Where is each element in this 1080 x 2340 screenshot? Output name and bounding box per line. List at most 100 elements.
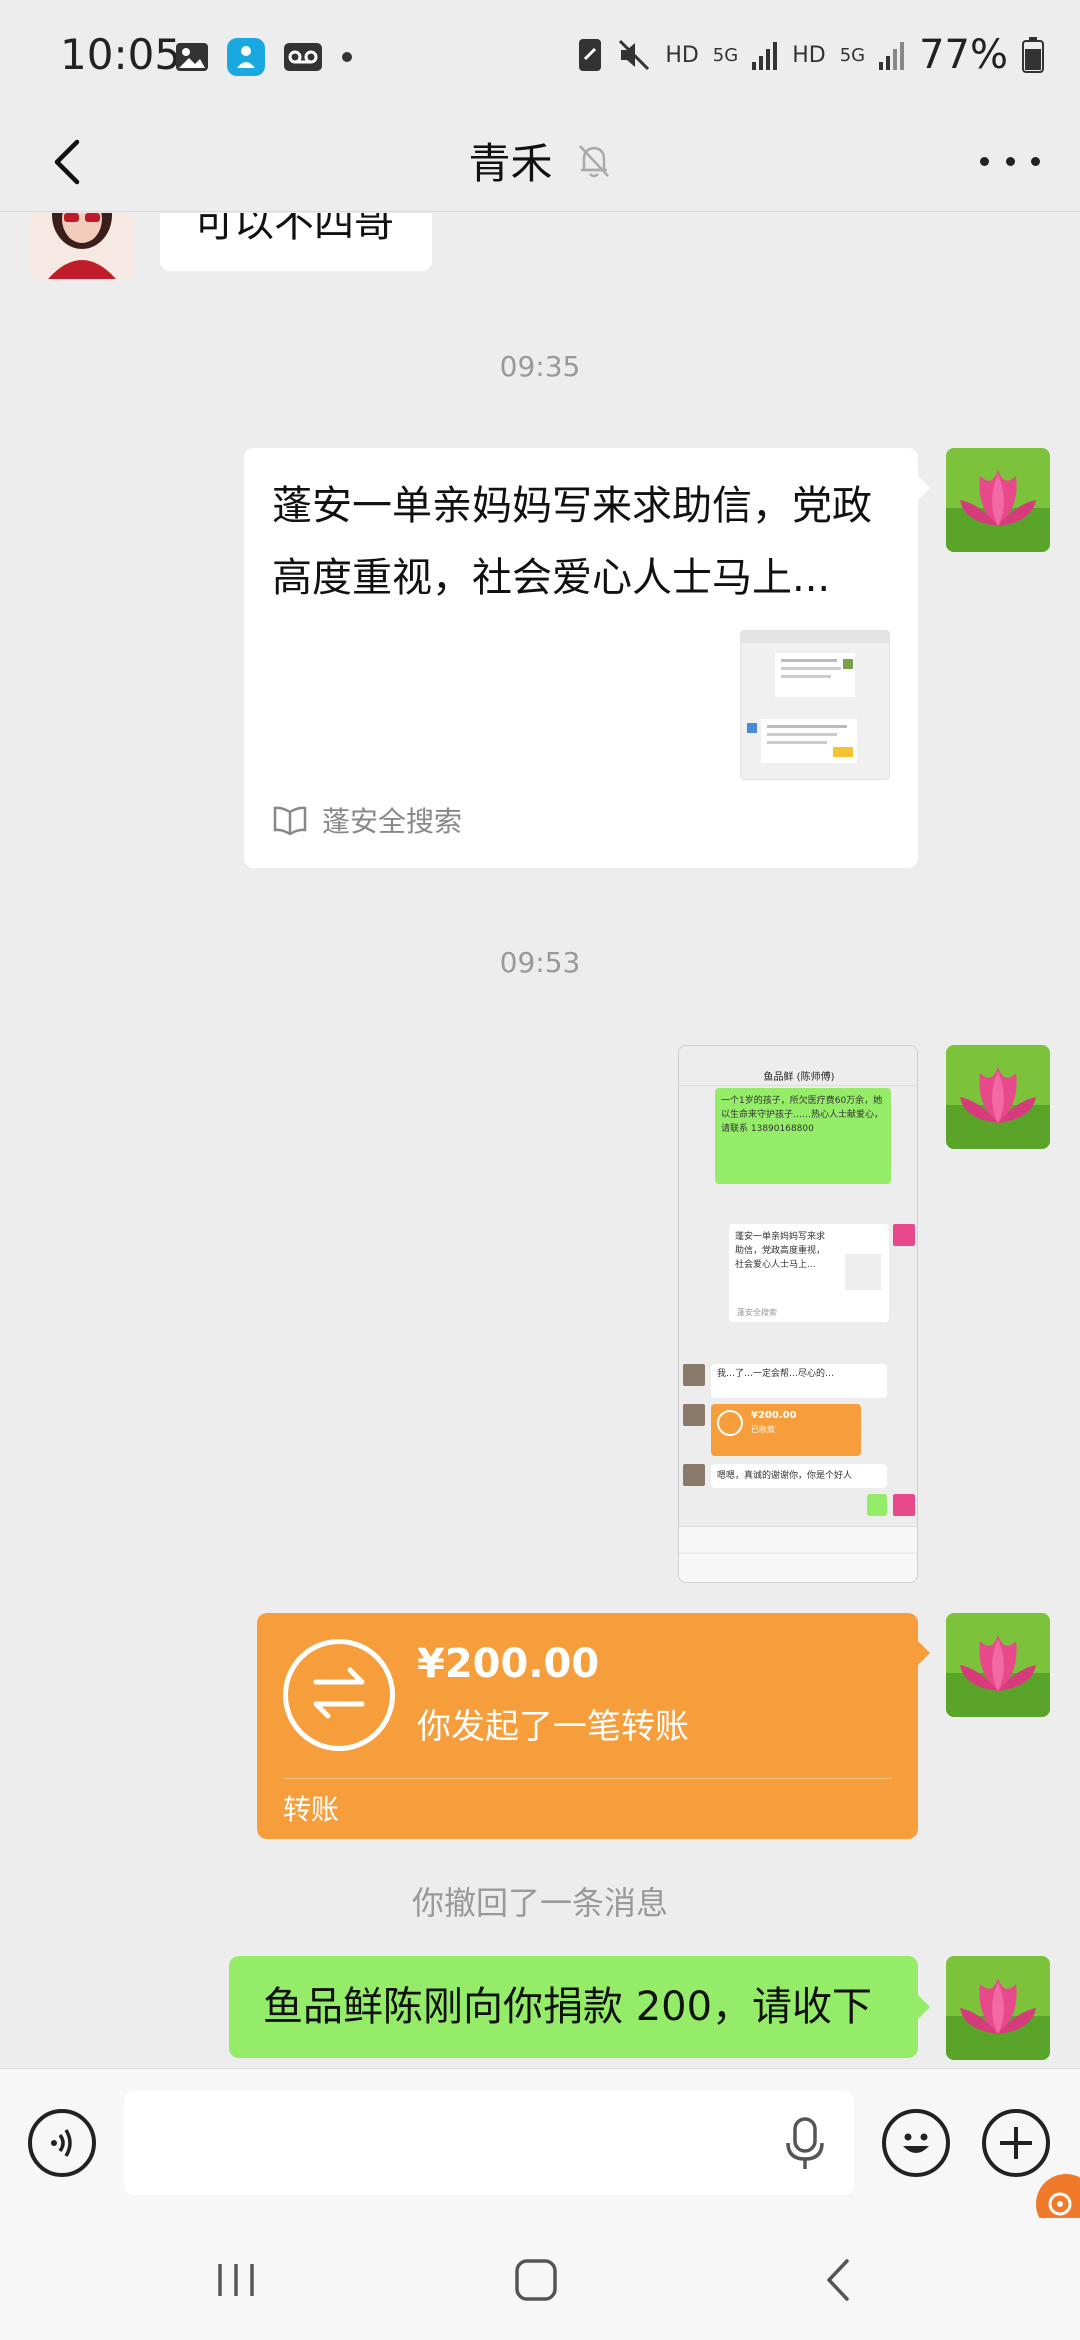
mini-transfer-status: 已收款 [751,1425,775,1434]
my-avatar[interactable] [946,1045,1050,1149]
app-notification-icon [227,38,265,76]
message-timestamp: 09:35 [499,350,581,383]
more-dots-icon [980,156,989,166]
transfer-divider [283,1778,892,1779]
status-right: HD 5G HD 5G 77% [577,32,1044,78]
mini-green-bubble: 一个1岁的孩子，所欠医疗费60万余，她以生命来守护孩子……热心人士献爱心，请联系… [715,1088,891,1184]
network-label: 5G [712,44,739,66]
transfer-description: 你发起了一笔转账 [417,1707,689,1747]
mini-input-bar [679,1526,917,1552]
book-icon [273,806,307,836]
network-label: 5G [839,44,866,66]
mini-green-dot [867,1494,887,1516]
bubble-tail [918,1641,930,1665]
mini-chat-title: 鱼品鲜 (陈师傅) [763,1072,835,1083]
mini-green-text: 一个1岁的孩子，所欠医疗费60万余，她以生命来守护孩子……热心人士献爱心，请联系… [721,1096,884,1134]
mini-card-source: 蓬安全搜索 [737,1308,777,1317]
contact-avatar[interactable] [30,213,134,279]
chat-title[interactable]: 青禾 [468,139,552,188]
recents-button[interactable] [206,2250,266,2310]
mini-card-text: 蓬安一单亲妈妈写来求助信，党政高度重视，社会爱心人士马上... [735,1232,826,1270]
gallery-icon [176,43,208,71]
status-time: 10:05 [60,30,182,79]
input-bar [0,2068,1080,2218]
mini-avatar [893,1494,915,1516]
signal-icon [752,42,778,70]
recall-notice: 你撤回了一条消息 [411,1884,668,1922]
muted-bell-icon [578,144,609,177]
bubble-tail [918,476,930,500]
link-card-source-text: 蓬安全搜索 [322,805,463,838]
mini-white-bubble: 嗯嗯，真诚的谢谢你，你是个好人 [711,1464,887,1488]
battery-icon [1022,37,1044,73]
recents-icon [218,2264,254,2296]
mini-card: 蓬安一单亲妈妈写来求助信，党政高度重视，社会爱心人士马上... 蓬安全搜索 [729,1224,889,1322]
lotus-avatar-image [946,1045,1050,1149]
lotus-avatar-image [946,448,1050,552]
mini-transfer: ¥200.00 已收款 [711,1404,861,1456]
back-nav-icon [827,2259,849,2301]
incoming-message-text: 可以不四哥 [194,213,394,246]
mini-avatar [683,1404,705,1426]
home-button[interactable] [506,2250,566,2310]
chat-area[interactable]: 可以不四哥 09:35 蓬安一单亲妈妈写来求助信，党政高度重视，社会爱心人士马上… [0,213,1080,2068]
mic-icon [786,2117,824,2169]
voicemail-icon [284,43,322,71]
mini-transfer-amount: ¥200.00 [751,1410,797,1421]
my-avatar[interactable] [946,448,1050,552]
mute-speaker-icon [619,39,650,71]
message-input[interactable] [124,2091,854,2195]
emoji-button[interactable] [882,2109,950,2177]
signal-icon [879,42,905,70]
dot-icon [342,52,352,62]
link-card[interactable]: 蓬安一单亲妈妈写来求助信，党政高度重视，社会爱心人士马上... 蓬安全搜索 [244,448,918,868]
notification-icons [175,38,353,76]
mini-text-2: 嗯嗯，真诚的谢谢你，你是个好人 [717,1471,853,1481]
more-options-button[interactable] [980,146,1040,176]
title-wrap: 青禾 [0,130,1080,191]
network-label: HD [665,42,699,68]
outgoing-message[interactable]: 鱼品鲜陈刚向你捐款 200，请收下 [229,1956,918,2058]
thumbnail-image [741,631,889,779]
chat-header: 青禾 [0,112,1080,212]
mic-button[interactable] [780,2115,830,2171]
back-nav-button[interactable] [808,2250,868,2310]
mini-transfer-circle [717,1410,743,1436]
mini-avatar [893,1224,915,1246]
bubble-tail [918,1995,930,2019]
my-avatar[interactable] [946,1613,1050,1717]
screenshot-image-message[interactable]: 鱼品鲜 (陈师傅) 一个1岁的孩子，所欠医疗费60万余，她以生命来守护孩子……热… [678,1045,918,1583]
message-timestamp: 09:53 [499,946,581,979]
link-card-source: 蓬安全搜索 [272,800,462,840]
link-card-thumbnail [740,630,890,780]
status-bar: 10:05 HD 5G HD 5G 77% [0,0,1080,112]
voice-icon [51,2129,72,2157]
mini-avatar [683,1464,705,1486]
mini-white-bubble: 我…了…一定会帮…尽心的… [711,1364,887,1398]
transfer-amount: ¥200.00 [417,1641,600,1687]
more-dots-icon [1005,156,1015,166]
my-avatar[interactable] [946,1956,1050,2060]
plus-icon [1000,2127,1032,2159]
transfer-kind: 转账 [283,1793,340,1826]
emoji-icon [903,2133,929,2153]
link-card-title: 蓬安一单亲妈妈写来求助信，党政高度重视，社会爱心人士马上... [272,483,872,601]
mini-header: 鱼品鲜 (陈师傅) [679,1046,917,1086]
mini-card-thumb [845,1254,881,1290]
transfer-icon [283,1639,395,1751]
lotus-avatar-image [946,1613,1050,1717]
system-nav-bar [0,2218,1080,2340]
incoming-bubble[interactable]: 可以不四哥 [160,213,432,271]
home-icon [515,2259,557,2301]
transfer-card[interactable]: ¥200.00 你发起了一笔转账 转账 [257,1613,918,1839]
mini-text-1: 我…了…一定会帮…尽心的… [717,1369,835,1379]
battery-percent: 77% [919,32,1008,78]
plus-button[interactable] [982,2109,1050,2177]
lotus-avatar-image [946,1956,1050,2060]
voice-button[interactable] [28,2109,96,2177]
nfc-icon [579,39,602,71]
mini-nav-bar [679,1554,917,1582]
mini-avatar [683,1364,705,1386]
network-label: HD [792,42,826,68]
transfer-arrows-icon [313,1667,365,1719]
